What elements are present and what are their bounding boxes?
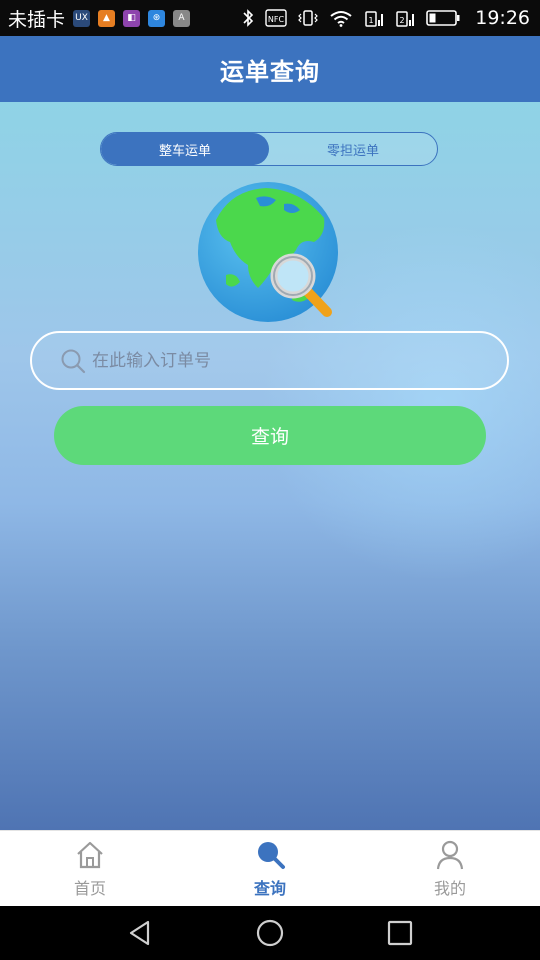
- back-button[interactable]: [75, 919, 205, 947]
- tab-query[interactable]: 查询: [180, 831, 360, 907]
- carrier-label: 未插卡: [8, 8, 66, 31]
- home-nav-button[interactable]: [205, 918, 335, 948]
- system-navigation-bar: [0, 906, 540, 960]
- back-triangle-icon: [129, 920, 150, 946]
- tab-query-label: 查询: [253, 879, 286, 898]
- vibrate-icon: [298, 9, 319, 27]
- wifi-icon: [329, 9, 353, 27]
- main-content: 整车运单 零担运单 查询: [0, 102, 540, 830]
- tab-mine[interactable]: 我的: [360, 831, 540, 907]
- status-icons: NFC 1 2 19:26: [242, 0, 530, 36]
- user-icon: [436, 840, 464, 870]
- sim2-signal-icon: 2: [395, 8, 415, 28]
- order-number-input[interactable]: [90, 349, 474, 372]
- purple-app-icon: ◧: [123, 9, 141, 27]
- search-icon: [60, 348, 86, 374]
- waybill-type-switch: 整车运单 零担运单: [100, 132, 438, 166]
- recents-square-icon: [387, 920, 413, 946]
- tab-home[interactable]: 首页: [0, 831, 180, 907]
- blue-app-icon: ⊛: [148, 9, 166, 27]
- svg-text:NFC: NFC: [268, 15, 285, 24]
- status-bar: 未插卡 UX ▲ ◧ ⊛ A NFC 1 2 19:26: [0, 0, 540, 36]
- nfc-icon: NFC: [265, 9, 287, 27]
- tab-home-label: 首页: [73, 879, 106, 898]
- query-button[interactable]: 查询: [54, 406, 486, 465]
- home-icon: [77, 841, 103, 869]
- ux-app-icon: UX: [73, 9, 91, 27]
- svg-text:2: 2: [400, 16, 405, 25]
- page-title: 运单查询: [220, 57, 320, 86]
- recents-button[interactable]: [335, 919, 465, 947]
- globe-icon: [198, 182, 338, 322]
- order-search-field[interactable]: [30, 331, 509, 390]
- notification-icons: UX ▲ ◧ ⊛ A: [73, 9, 191, 27]
- globe-search-illustration: [196, 180, 346, 330]
- tab-mine-label: 我的: [433, 879, 466, 898]
- svg-text:1: 1: [369, 16, 374, 25]
- tab-full-truck-waybill[interactable]: 整车运单: [101, 133, 269, 165]
- bottom-tab-bar: 首页 查询 我的: [0, 830, 540, 907]
- battery-icon: [426, 9, 460, 27]
- gray-app-icon: A: [173, 9, 191, 27]
- clock: 19:26: [475, 7, 530, 29]
- app-header: 运单查询: [0, 36, 540, 102]
- home-circle-icon: [256, 919, 284, 947]
- tab-less-than-truckload-waybill[interactable]: 零担运单: [269, 133, 437, 165]
- orange-app-icon: ▲: [98, 9, 116, 27]
- search-icon: [258, 842, 285, 869]
- bluetooth-icon: [242, 8, 254, 28]
- sim1-signal-icon: 1: [364, 8, 384, 28]
